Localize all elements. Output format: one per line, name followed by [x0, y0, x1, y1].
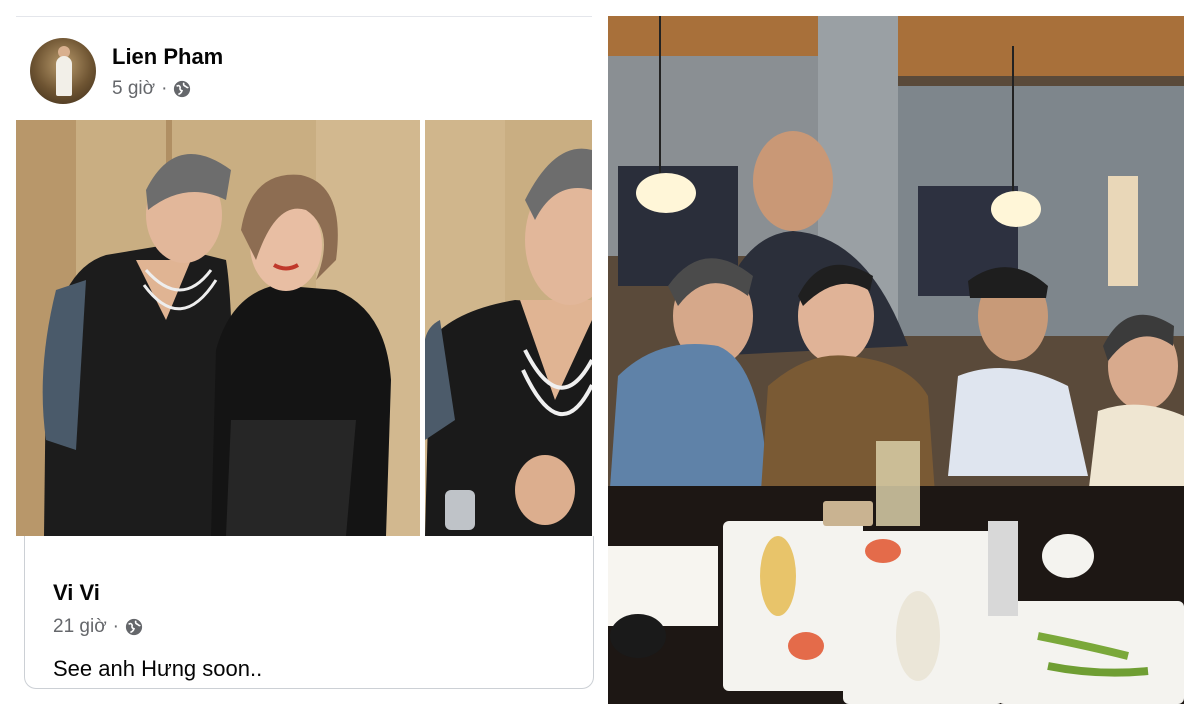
comment-timestamp[interactable]: 21 giờ [53, 616, 107, 638]
meta-separator: · [161, 78, 168, 99]
post-meta: 5 giờ · [112, 78, 191, 100]
divider [16, 16, 592, 17]
comment-meta: 21 giờ · [53, 616, 143, 638]
post-author-name[interactable]: Lien Pham [112, 44, 223, 70]
post-timestamp[interactable]: 5 giờ [112, 78, 155, 100]
comment-card: Vi Vi 21 giờ · See anh Hưng soon.. [24, 536, 594, 689]
facebook-post-card: Lien Pham 5 giờ · Vi Vi 21 giờ · See anh… [16, 16, 594, 704]
comment-author-name[interactable]: Vi Vi [53, 580, 100, 606]
post-photo-crop[interactable] [425, 120, 592, 536]
group-dinner-photo[interactable] [608, 16, 1184, 704]
meta-separator: · [112, 616, 119, 637]
globe-icon[interactable] [125, 618, 143, 636]
author-avatar[interactable] [30, 38, 96, 104]
comment-text: See anh Hưng soon.. [53, 656, 263, 681]
globe-icon[interactable] [173, 80, 191, 98]
post-photo-main[interactable] [16, 120, 420, 536]
